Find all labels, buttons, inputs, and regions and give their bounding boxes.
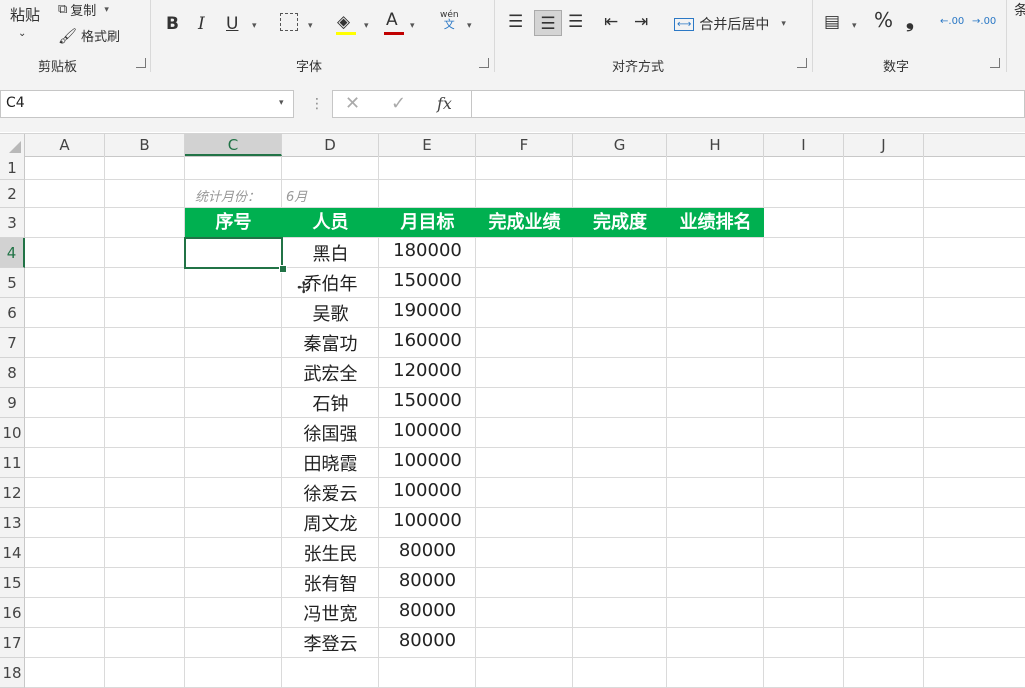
cell-target[interactable]: 160000	[379, 330, 476, 351]
cell-target[interactable]: 120000	[379, 360, 476, 381]
cell-target[interactable]: 100000	[379, 480, 476, 501]
row-header-12[interactable]: 12	[0, 478, 25, 508]
cell-person[interactable]: 秦富功	[282, 330, 379, 356]
header-target[interactable]: 月目标	[379, 208, 476, 237]
cell-target[interactable]: 180000	[379, 240, 476, 261]
cell-target[interactable]: 80000	[379, 630, 476, 651]
cell-person[interactable]: 吴歌	[282, 300, 379, 326]
cell-person[interactable]: 石钟	[282, 390, 379, 416]
row-header-5[interactable]: 5	[0, 268, 25, 298]
row-header-15[interactable]: 15	[0, 568, 25, 598]
row-header-14[interactable]: 14	[0, 538, 25, 568]
cell-person[interactable]: 张有智	[282, 570, 379, 596]
row-header-13[interactable]: 13	[0, 508, 25, 538]
cell-target[interactable]: 80000	[379, 600, 476, 621]
row-header-8[interactable]: 8	[0, 358, 25, 388]
cell-target[interactable]: 100000	[379, 510, 476, 531]
row-header-9[interactable]: 9	[0, 388, 25, 418]
cursor-cross-icon: ✢	[297, 278, 311, 297]
row-header-3[interactable]: 3	[0, 208, 25, 238]
row-header-1[interactable]: 1	[0, 156, 25, 180]
row-header-7[interactable]: 7	[0, 328, 25, 358]
cell-person[interactable]: 黑白	[282, 240, 379, 266]
cell-person[interactable]: 武宏全	[282, 360, 379, 386]
row-header-18[interactable]: 18	[0, 658, 25, 688]
header-completion[interactable]: 完成度	[573, 208, 667, 237]
cell-target[interactable]: 80000	[379, 570, 476, 591]
cell-target[interactable]: 100000	[379, 450, 476, 471]
fill-handle[interactable]	[279, 265, 287, 273]
cell-target[interactable]: 80000	[379, 540, 476, 561]
cell-target[interactable]: 100000	[379, 420, 476, 441]
row-header-4[interactable]: 4	[0, 238, 25, 268]
row-header-16[interactable]: 16	[0, 598, 25, 628]
cell-person[interactable]: 冯世宽	[282, 600, 379, 626]
month-value[interactable]: 6月	[286, 186, 307, 205]
cell-person[interactable]: 田晓霞	[282, 450, 379, 476]
row-header-10[interactable]: 10	[0, 418, 25, 448]
header-index[interactable]: 序号	[185, 208, 282, 237]
cell-target[interactable]: 150000	[379, 270, 476, 291]
header-ranking[interactable]: 业绩排名	[667, 208, 764, 237]
cell-person[interactable]: 徐爱云	[282, 480, 379, 506]
cell-person[interactable]: 周文龙	[282, 510, 379, 536]
row-header-2[interactable]: 2	[0, 180, 25, 208]
cell-person[interactable]: 张生民	[282, 540, 379, 566]
header-performance[interactable]: 完成业绩	[476, 208, 573, 237]
row-header-17[interactable]: 17	[0, 628, 25, 658]
cell-person[interactable]: 李登云	[282, 630, 379, 656]
active-cell-c4[interactable]	[184, 237, 283, 269]
worksheet-grid[interactable]: 1 2 3 4 5 6 7 8 9 10 11 12 13 14 15 16 1…	[0, 0, 1025, 688]
cell-target[interactable]: 150000	[379, 390, 476, 411]
cell-target[interactable]: 190000	[379, 300, 476, 321]
cell-person[interactable]: 徐国强	[282, 420, 379, 446]
row-header-11[interactable]: 11	[0, 448, 25, 478]
month-label: 统计月份：	[195, 190, 261, 205]
header-person[interactable]: 人员	[282, 208, 379, 237]
row-header-6[interactable]: 6	[0, 298, 25, 328]
